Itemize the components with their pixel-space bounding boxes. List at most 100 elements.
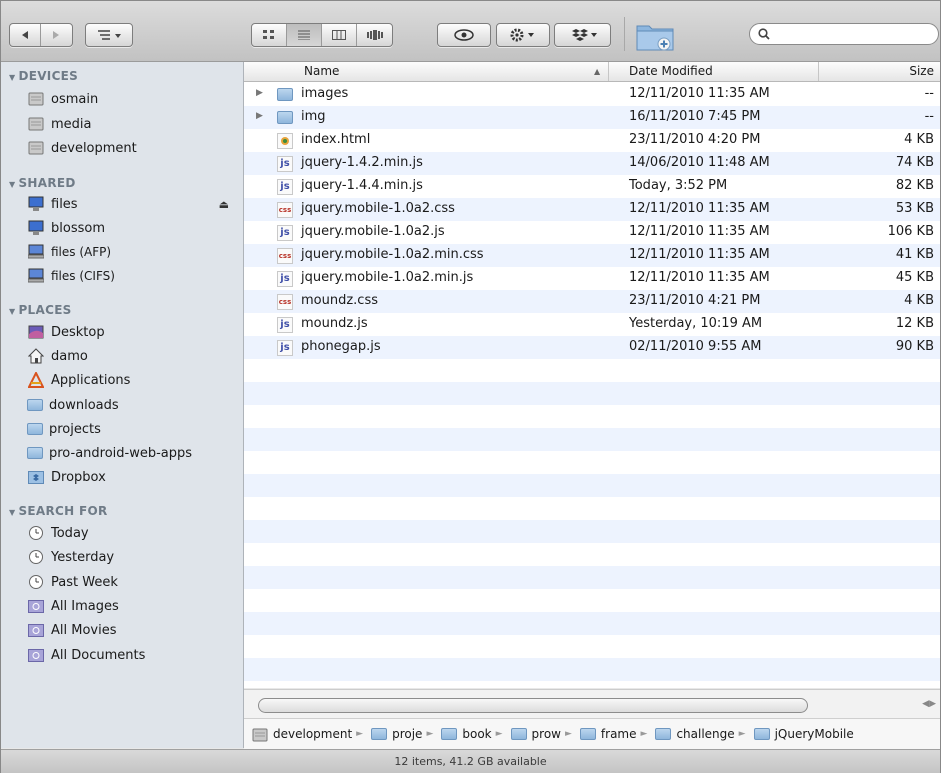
- sidebar-section-places[interactable]: ▼ PLACES: [9, 303, 72, 317]
- sidebar-item-projects[interactable]: projects: [27, 418, 237, 440]
- sidebar-item-yesterday[interactable]: Yesterday: [27, 546, 237, 568]
- file-size: --: [924, 86, 934, 101]
- sidebar-item-osmain[interactable]: osmain: [27, 88, 237, 110]
- scroll-arrows-icon[interactable]: ◀▶: [922, 699, 936, 709]
- sidebar-item-development[interactable]: development: [27, 137, 237, 159]
- path-segment[interactable]: jQueryMobile: [753, 727, 854, 741]
- sidebar-item-label: files (AFP): [51, 245, 112, 259]
- table-row[interactable]: js jquery.mobile-1.0a2.js 12/11/2010 11:35…: [244, 221, 940, 244]
- column-label: Name: [304, 64, 340, 78]
- css-file-icon: css: [277, 248, 293, 264]
- path-segment[interactable]: proje ►: [371, 727, 433, 741]
- js-file-icon: js: [277, 179, 293, 195]
- column-header-size[interactable]: Size: [909, 64, 934, 78]
- new-folder-icon[interactable]: [635, 18, 675, 52]
- finder-window: ▼ DEVICES osmain media development ▼ SHARE…: [0, 0, 941, 773]
- folder-icon: [753, 728, 770, 740]
- sidebar-item-label: development: [51, 140, 137, 156]
- file-name: jquery.mobile-1.0a2.css: [301, 201, 455, 216]
- sidebar-item-all-images[interactable]: All Images: [27, 595, 237, 617]
- sidebar-section-devices[interactable]: ▼ DEVICES: [9, 69, 78, 83]
- sidebar-section-search-for[interactable]: ▼ SEARCH FOR: [9, 504, 108, 518]
- sidebar-item-blossom[interactable]: blossom: [27, 217, 237, 239]
- arrange-menu-button[interactable]: [85, 23, 133, 47]
- file-name: jquery.mobile-1.0a2.min.js: [301, 270, 474, 285]
- column-divider: [608, 62, 609, 81]
- column-divider: [818, 62, 819, 81]
- disk-icon: [27, 91, 45, 107]
- coverflow-view-icon[interactable]: [357, 24, 392, 46]
- nav-buttons: [9, 23, 73, 47]
- empty-row: [244, 566, 940, 589]
- sidebar-item-desktop[interactable]: Desktop: [27, 321, 237, 343]
- css-file-icon: css: [277, 202, 293, 218]
- path-segment-label: proje: [392, 727, 423, 741]
- file-date: 02/11/2010 9:55 AM: [629, 339, 762, 354]
- clock-icon: [27, 574, 45, 590]
- table-row[interactable]: ▶ img 16/11/2010 7:45 PM --: [244, 106, 940, 129]
- path-segment[interactable]: prow ►: [510, 727, 572, 741]
- network-monitor-icon: [27, 268, 45, 284]
- sidebar-item-all-movies[interactable]: All Movies: [27, 619, 237, 641]
- sidebar-item-files-cifs[interactable]: files (CIFS): [27, 265, 237, 287]
- table-row[interactable]: css jquery.mobile-1.0a2.css 12/11/2010 11:…: [244, 198, 940, 221]
- path-segment[interactable]: book ►: [441, 727, 503, 741]
- sidebar-item-damo[interactable]: damo: [27, 345, 237, 367]
- sidebar-item-all-documents[interactable]: All Documents: [27, 644, 237, 666]
- home-icon: [27, 348, 45, 364]
- sidebar-item-applications[interactable]: Applications: [27, 369, 237, 391]
- path-segment-label: jQueryMobile: [774, 727, 854, 741]
- table-row[interactable]: js jquery-1.4.2.min.js 14/06/2010 11:48 AM…: [244, 152, 940, 175]
- scrollbar-thumb[interactable]: [258, 698, 808, 713]
- forward-arrow-icon[interactable]: [41, 24, 71, 46]
- empty-row: [244, 428, 940, 451]
- folder-icon: [655, 728, 672, 740]
- file-date: 12/11/2010 11:35 AM: [629, 247, 770, 262]
- network-monitor-icon: [27, 244, 45, 260]
- sidebar-item-today[interactable]: Today: [27, 522, 237, 544]
- empty-row: [244, 658, 940, 681]
- empty-row: [244, 451, 940, 474]
- file-name: index.html: [301, 132, 371, 147]
- table-row[interactable]: js jquery-1.4.4.min.js Today, 3:52 PM 82 KB: [244, 175, 940, 198]
- table-row[interactable]: index.html 23/11/2010 4:20 PM 4 KB: [244, 129, 940, 152]
- eject-icon[interactable]: ⏏: [219, 198, 229, 211]
- sidebar-item-past-week[interactable]: Past Week: [27, 571, 237, 593]
- dropbox-menu-button[interactable]: [554, 23, 611, 47]
- table-row[interactable]: js phonegap.js 02/11/2010 9:55 AM 90 KB: [244, 336, 940, 359]
- table-row[interactable]: css jquery.mobile-1.0a2.min.css 12/11/2010…: [244, 244, 940, 267]
- sidebar-section-shared[interactable]: ▼ SHARED: [9, 176, 76, 190]
- column-view-icon[interactable]: [322, 24, 357, 46]
- sidebar-item-media[interactable]: media: [27, 113, 237, 135]
- icon-view-icon[interactable]: [252, 24, 287, 46]
- sidebar-item-files[interactable]: files ⏏: [27, 193, 237, 215]
- file-name: jquery.mobile-1.0a2.min.css: [301, 247, 484, 262]
- search-input[interactable]: [776, 26, 930, 42]
- quicklook-button[interactable]: [437, 23, 491, 47]
- disclosure-triangle-icon[interactable]: ▶: [256, 111, 263, 121]
- disclosure-triangle-icon[interactable]: ▶: [256, 88, 263, 98]
- column-label: Size: [909, 64, 934, 78]
- search-field[interactable]: [749, 23, 939, 45]
- smart-folder-icon: [27, 598, 45, 614]
- action-menu-button[interactable]: [496, 23, 550, 47]
- column-header-name[interactable]: Name: [304, 64, 339, 78]
- column-header-date[interactable]: Date Modified: [629, 64, 713, 78]
- table-row[interactable]: css moundz.css 23/11/2010 4:21 PM 4 KB: [244, 290, 940, 313]
- sidebar-item-pro-android-web-apps[interactable]: pro-android-web-apps: [27, 442, 237, 464]
- path-segment[interactable]: frame ►: [579, 727, 647, 741]
- sidebar-item-dropbox[interactable]: Dropbox: [27, 466, 237, 488]
- empty-row: [244, 405, 940, 428]
- table-row[interactable]: js jquery.mobile-1.0a2.min.js 12/11/2010 1…: [244, 267, 940, 290]
- path-segment[interactable]: development ►: [252, 727, 363, 742]
- path-segment[interactable]: challenge ►: [655, 727, 746, 741]
- sidebar-item-files-afp[interactable]: files (AFP): [27, 241, 237, 263]
- file-date: 23/11/2010 4:21 PM: [629, 293, 761, 308]
- js-file-icon: js: [277, 340, 293, 356]
- sidebar-item-downloads[interactable]: downloads: [27, 394, 237, 416]
- horizontal-scrollbar[interactable]: ◀▶: [244, 689, 940, 718]
- back-arrow-icon[interactable]: [10, 24, 41, 46]
- list-view-icon[interactable]: [287, 24, 322, 46]
- table-row[interactable]: ▶ images 12/11/2010 11:35 AM --: [244, 83, 940, 106]
- table-row[interactable]: js moundz.js Yesterday, 10:19 AM 12 KB: [244, 313, 940, 336]
